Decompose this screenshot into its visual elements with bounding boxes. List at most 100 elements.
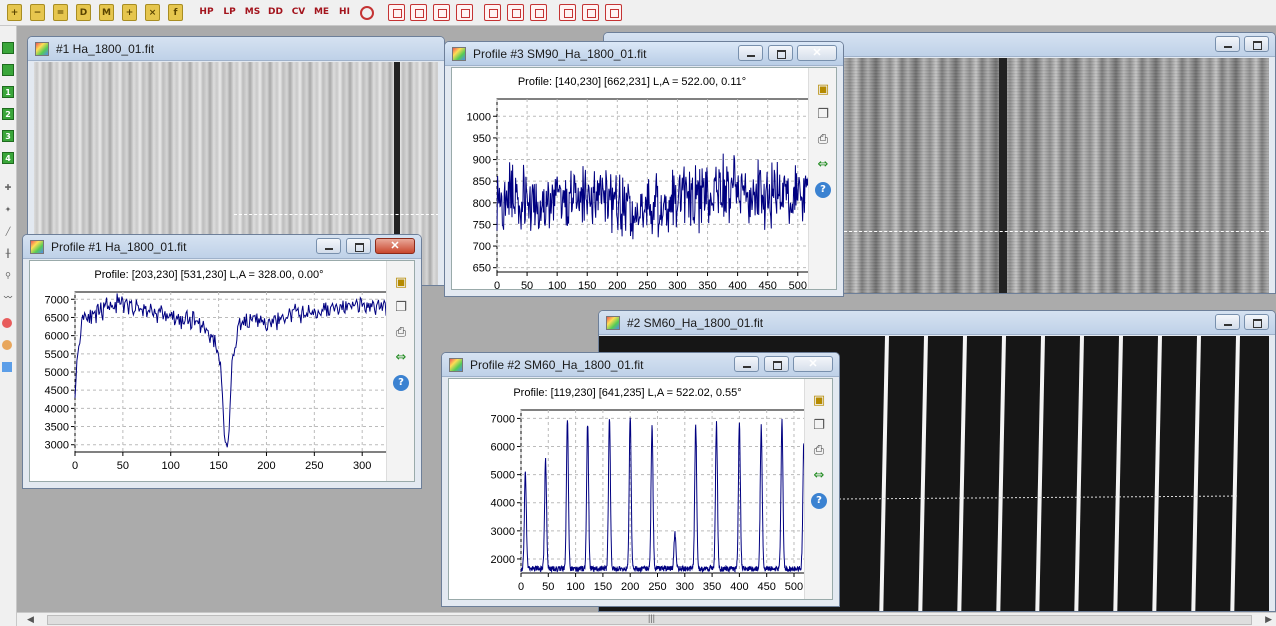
x-tick-label: 300 — [676, 581, 694, 593]
close-button[interactable] — [375, 238, 415, 254]
swap-icon[interactable]: ⇔ — [811, 468, 827, 484]
help-icon[interactable]: ? — [811, 493, 827, 509]
window-titlebar[interactable]: #2 SM60_Ha_1800_01.fit — [599, 311, 1275, 335]
maximize-button[interactable] — [763, 356, 789, 372]
line-tool-icon[interactable]: ╱ — [2, 226, 14, 238]
save-icon[interactable]: ▣ — [815, 82, 831, 98]
scroll-left-icon[interactable]: ◀ — [27, 614, 34, 625]
y-tick-label: 1000 — [467, 111, 491, 123]
measure-icon[interactable]: ╫ — [2, 248, 14, 260]
square-select-icon[interactable] — [456, 4, 473, 21]
x-tick-label: 300 — [668, 280, 686, 290]
rect-select-icon[interactable] — [388, 4, 405, 21]
x-tick-label: 450 — [758, 581, 776, 593]
copy-icon[interactable]: ❐ — [815, 107, 831, 123]
y-tick-label: 5000 — [491, 470, 515, 482]
close-button[interactable] — [793, 356, 833, 372]
cascade-icon[interactable] — [484, 4, 501, 21]
minimize-button[interactable] — [738, 45, 764, 61]
window-title: Profile #1 Ha_1800_01.fit — [51, 240, 187, 254]
palette-icon[interactable] — [2, 362, 12, 372]
color-balance-icon[interactable] — [2, 340, 12, 350]
y-tick-label: 900 — [473, 155, 491, 167]
scroll-right-icon[interactable]: ▶ — [1265, 614, 1272, 625]
plus-icon[interactable]: + — [122, 4, 137, 21]
me-button[interactable]: ME — [311, 4, 332, 21]
window-titlebar[interactable]: #1 Ha_1800_01.fit — [28, 37, 444, 61]
graph-icon[interactable]: 〰 — [2, 292, 14, 304]
target-icon[interactable] — [360, 6, 374, 20]
profile-chart[interactable]: 2000 3000 4000 5000 6000 7000 0 50 100 150 200 250 3… — [449, 379, 806, 601]
ms-button[interactable]: MS — [242, 4, 263, 21]
print-icon[interactable]: ⎙ — [393, 325, 409, 341]
copy-icon[interactable]: ❐ — [811, 418, 827, 434]
scroll-grip-icon: ||| — [648, 613, 656, 623]
minimize-button[interactable] — [316, 238, 342, 254]
profile-window-3: Profile #3 SM90_Ha_1800_01.fit Profile: … — [444, 41, 844, 297]
help-icon[interactable]: ? — [815, 182, 831, 198]
minimize-button[interactable] — [1214, 314, 1240, 330]
window-titlebar[interactable]: Profile #2 SM60_Ha_1800_01.fit — [442, 353, 839, 377]
y-tick-label: 4000 — [491, 498, 515, 510]
swap-icon[interactable]: ⇔ — [815, 157, 831, 173]
x-tick-label: 300 — [353, 460, 371, 472]
tile-icon[interactable] — [507, 4, 524, 21]
function-icon[interactable]: f — [168, 4, 183, 21]
channel-2-button[interactable]: 2 — [2, 108, 14, 120]
play-icon[interactable] — [2, 64, 14, 76]
y-tick-label: 750 — [473, 219, 491, 231]
profile-chart[interactable]: 3000 3500 4000 4500 5000 5500 6000 6500 7000 0 50 1… — [30, 261, 388, 483]
print-icon[interactable]: ⎙ — [811, 443, 827, 459]
cv-button[interactable]: CV — [288, 4, 309, 21]
window-titlebar[interactable]: Profile #3 SM90_Ha_1800_01.fit — [445, 42, 843, 66]
point-icon[interactable]: ✦ — [2, 204, 14, 216]
hi-button[interactable]: HI — [334, 4, 355, 21]
rgb-icon[interactable] — [2, 318, 12, 328]
circle-select-icon[interactable] — [410, 4, 427, 21]
maximize-button[interactable] — [767, 45, 793, 61]
help-icon[interactable]: ? — [393, 375, 409, 391]
divide-icon[interactable]: D — [76, 4, 91, 21]
split-icon[interactable] — [530, 4, 547, 21]
hp-button[interactable]: HP — [196, 4, 217, 21]
channel-1-button[interactable]: 1 — [2, 86, 14, 98]
save-icon[interactable]: ▣ — [811, 393, 827, 409]
equals-icon[interactable]: = — [53, 4, 68, 21]
swap-icon[interactable]: ⇔ — [393, 350, 409, 366]
close-button[interactable] — [797, 45, 837, 61]
print-icon[interactable]: ⎙ — [815, 132, 831, 148]
dd-button[interactable]: DD — [265, 4, 286, 21]
channel-3-button[interactable]: 3 — [2, 130, 14, 142]
x-tick-label: 0 — [72, 460, 78, 472]
multiply-icon[interactable]: M — [99, 4, 114, 21]
stop-icon[interactable] — [2, 42, 14, 54]
crosshair-icon[interactable]: ✚ — [2, 182, 14, 194]
grid-3-icon[interactable] — [582, 4, 599, 21]
minimize-button[interactable] — [734, 356, 760, 372]
add-icon[interactable]: + — [7, 4, 22, 21]
y-tick-label: 6000 — [491, 442, 515, 454]
profile-chart[interactable]: 650 700 750 800 850 900 950 1000 0 50 100 150 200 250… — [452, 68, 812, 290]
horizontal-scrollbar[interactable]: ◀ ||| ▶ — [17, 612, 1276, 626]
maximize-button[interactable] — [345, 238, 371, 254]
maximize-button[interactable] — [1244, 36, 1269, 52]
save-icon[interactable]: ▣ — [393, 275, 409, 291]
lp-button[interactable]: LP — [219, 4, 240, 21]
maximize-button[interactable] — [1244, 314, 1269, 330]
absorption-line — [999, 58, 1007, 293]
window-titlebar[interactable]: Profile #1 Ha_1800_01.fit — [23, 235, 421, 259]
minimize-button[interactable] — [1214, 36, 1240, 52]
y-tick-label: 650 — [473, 263, 491, 275]
x-tick-label: 50 — [542, 581, 554, 593]
copy-icon[interactable]: ❐ — [393, 300, 409, 316]
channel-4-button[interactable]: 4 — [2, 152, 14, 164]
grid-2-icon[interactable] — [559, 4, 576, 21]
x-tick-label: 350 — [698, 280, 716, 290]
grid-4-icon[interactable] — [605, 4, 622, 21]
cross-icon[interactable]: × — [145, 4, 160, 21]
profile-window-2: Profile #2 SM60_Ha_1800_01.fit Profile: … — [441, 352, 840, 607]
subtract-icon[interactable]: − — [30, 4, 45, 21]
ellipse-select-icon[interactable] — [433, 4, 450, 21]
profile-icon — [30, 240, 44, 254]
zoom-icon[interactable]: ⚲ — [2, 270, 14, 282]
